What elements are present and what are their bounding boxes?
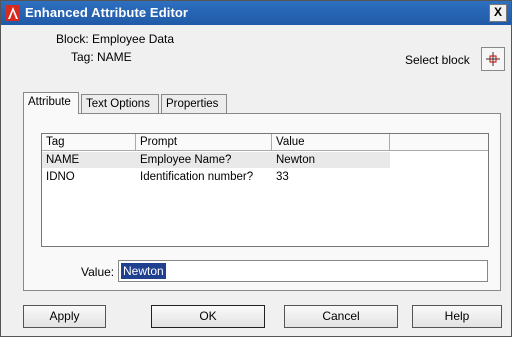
value-input[interactable]: Newton xyxy=(118,260,488,282)
value-input-text: Newton xyxy=(121,263,166,279)
column-header-prompt[interactable]: Prompt xyxy=(136,134,272,151)
row-tag: IDNO xyxy=(46,171,75,183)
ok-button[interactable]: OK xyxy=(151,305,265,328)
row-value: Newton xyxy=(276,154,315,166)
list-row[interactable]: NAME Employee Name? Newton xyxy=(42,152,390,168)
row-tag: NAME xyxy=(46,154,80,166)
tab-attribute[interactable]: Attribute xyxy=(23,92,79,114)
apply-button[interactable]: Apply xyxy=(23,305,106,328)
column-header-value[interactable]: Value xyxy=(272,134,390,151)
close-button[interactable]: X xyxy=(489,4,507,22)
row-prompt: Identification number? xyxy=(140,171,254,183)
tab-properties[interactable]: Properties xyxy=(161,94,227,113)
tab-text-options[interactable]: Text Options xyxy=(81,94,159,113)
value-label: Value: xyxy=(81,265,115,279)
window-title: Enhanced Attribute Editor xyxy=(25,5,189,20)
select-block-button[interactable] xyxy=(481,47,505,71)
help-button[interactable]: Help xyxy=(412,305,502,328)
cancel-button[interactable]: Cancel xyxy=(284,305,398,328)
pick-crosshair-icon xyxy=(486,52,500,66)
row-value: 33 xyxy=(276,171,289,183)
block-info: Block: Employee Data xyxy=(56,32,175,46)
attribute-editor-dialog: Enhanced Attribute Editor X Block: Emplo… xyxy=(0,0,512,337)
autocad-logo-icon xyxy=(6,5,20,21)
row-prompt: Employee Name? xyxy=(140,154,232,166)
tag-info: Tag: NAME xyxy=(71,50,132,64)
select-block-label: Select block xyxy=(405,53,470,67)
column-header-tag[interactable]: Tag xyxy=(42,134,136,151)
list-header: Tag Prompt Value xyxy=(42,134,488,151)
column-header-blank xyxy=(390,134,488,151)
list-row[interactable]: IDNO Identification number? 33 xyxy=(42,169,390,185)
title-bar[interactable]: Enhanced Attribute Editor X xyxy=(1,1,511,25)
attribute-list[interactable]: Tag Prompt Value NAME Employee Name? New… xyxy=(41,133,489,247)
